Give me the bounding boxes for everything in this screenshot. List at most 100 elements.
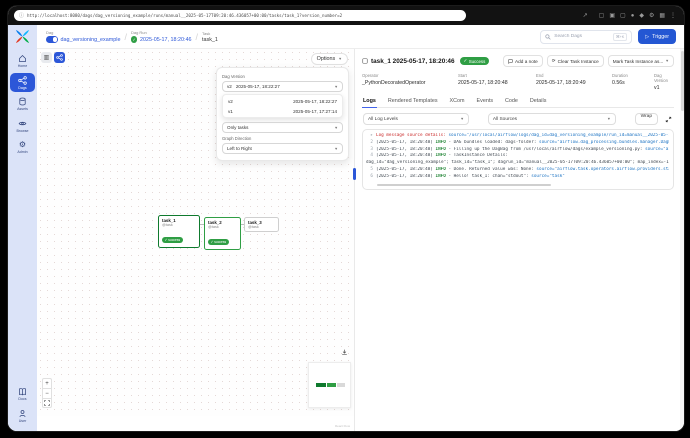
share-icon[interactable]: ↗ — [583, 12, 588, 19]
expand-icon — [665, 116, 672, 123]
options-button[interactable]: Options ▼ — [311, 53, 348, 65]
info-icon[interactable]: ⓘ — [19, 12, 24, 19]
sidebar-item-home[interactable]: Home — [10, 52, 35, 71]
scrollbar-thumb[interactable] — [681, 51, 684, 111]
sidebar-item-user[interactable]: User — [10, 406, 35, 425]
version-option-v1[interactable]: v1 2025-05-17, 17:27:14 — [223, 106, 342, 116]
node-task-3[interactable]: task_3 @task — [244, 217, 279, 232]
log-line-number: 2 — [366, 140, 376, 147]
log-line: 3 [2025-05-17, 18:20:48] INFO - Filling … — [366, 147, 669, 154]
tab-logs[interactable]: Logs — [362, 97, 377, 108]
task-meta-row: Operator _PythonDecoratedOperator Start … — [362, 73, 674, 91]
clear-task-instance-button[interactable]: ⟳ Clear Task Instance — [547, 55, 604, 67]
sidebar-item-browse[interactable]: Browse — [10, 116, 35, 135]
more-icon[interactable]: ⋮ — [670, 12, 676, 19]
grid-icon[interactable]: ▦ — [659, 12, 665, 19]
search-input[interactable] — [554, 34, 609, 39]
tab-events[interactable]: Events — [476, 97, 494, 107]
tab-rendered-templates[interactable]: Rendered Templates — [387, 97, 439, 107]
gear-icon: ⚙ — [19, 140, 26, 149]
tab-details[interactable]: Details — [529, 97, 547, 107]
log-sources-select[interactable]: All Sources ▼ — [488, 113, 616, 125]
window-icon[interactable]: ▢ — [599, 12, 605, 19]
airflow-logo[interactable] — [15, 29, 30, 44]
play-icon: ▷ — [645, 34, 649, 40]
meta-duration: Duration 0.56s — [612, 73, 654, 91]
home-icon — [18, 54, 27, 63]
search-icon — [545, 34, 551, 40]
meta-operator: Operator _PythonDecoratedOperator — [362, 73, 458, 91]
minimap-node — [316, 383, 326, 387]
panel-resize-handle[interactable] — [353, 168, 356, 180]
trigger-button[interactable]: ▷ Trigger — [638, 29, 676, 44]
browser-toolbar-icons: ↗ ▢ ▣ ▢ ● ◆ ⚙ ▦ ⋮ — [583, 12, 676, 19]
browser-window: ⓘ http://localhost:8080/dags/dag_version… — [8, 6, 684, 431]
node-task-2[interactable]: task_2 @task ✓success — [204, 217, 241, 250]
settings-icon[interactable]: ⚙ — [649, 12, 654, 19]
graph-view-toggle[interactable] — [54, 52, 65, 63]
panel-icon[interactable]: ▣ — [609, 12, 615, 19]
dag-name-link[interactable]: dag_versioning_example — [61, 37, 121, 43]
log-line: 6 [2025-05-17, 18:20:48] INFO - Hello! t… — [366, 174, 669, 181]
dag-version-listbox: v2 2025-05-17, 18:22:27 v1 2025-05-17, 1… — [222, 94, 343, 118]
dag-pause-toggle[interactable] — [46, 36, 58, 43]
chevron-down-icon: ▼ — [665, 59, 669, 63]
sidebar-item-assets[interactable]: Assets — [10, 95, 35, 114]
download-icon — [341, 349, 348, 356]
view-toggles: ▥ — [41, 52, 65, 63]
status-badge: ✓success — [162, 237, 183, 243]
sidebar-item-admin[interactable]: ⚙ Admin — [10, 138, 35, 157]
sidebar-item-dags[interactable]: Dags — [10, 73, 35, 92]
vertical-scrollbar[interactable] — [680, 49, 684, 431]
graph-direction-select[interactable]: Left to Right ▼ — [222, 143, 343, 154]
breadcrumb-separator: / — [124, 32, 127, 42]
tab-xcom[interactable]: XCom — [449, 97, 466, 107]
refresh-icon: ⟳ — [552, 58, 556, 64]
zoom-in-button[interactable]: + — [42, 378, 52, 388]
search-dags-box[interactable]: ⌘+K — [540, 30, 632, 44]
tab-icon[interactable]: ▢ — [620, 12, 626, 19]
log-line-number: 4 — [366, 153, 376, 160]
graph-footer — [37, 416, 354, 431]
version-option-v2[interactable]: v2 2025-05-17, 18:22:27 — [223, 96, 342, 106]
meta-start: Start 2025-05-17, 18:20:48 — [458, 73, 536, 91]
diamond-icon[interactable]: ◆ — [639, 12, 644, 19]
chevron-down-icon: ▼ — [334, 147, 338, 151]
task-instance-panel: task_1 2025-05-17, 18:20:46 ✓Success Add… — [355, 49, 684, 431]
log-expander-icon[interactable]: ▸ — [366, 133, 376, 140]
zoom-out-button[interactable]: − — [42, 388, 52, 398]
minimap[interactable] — [308, 362, 351, 408]
log-line-continuation: dag_id="dag_versioning_example"; task_id… — [366, 160, 669, 167]
dag-version-label: Dag Version — [222, 74, 343, 79]
wrap-button[interactable]: Wrap — [635, 113, 658, 125]
fit-view-button[interactable] — [42, 398, 52, 408]
expand-logs-button[interactable] — [662, 113, 674, 125]
dag-run-link[interactable]: 2025-05-17, 18:20:46 — [140, 37, 192, 43]
log-line: 4 [2025-05-17, 18:20:48] INFO - TaskInst… — [366, 153, 669, 160]
dependencies-select[interactable]: Only tasks ▼ — [222, 122, 343, 133]
tab-code[interactable]: Code — [504, 97, 519, 107]
sidebar-item-docs[interactable]: Docs — [10, 385, 35, 404]
download-graph-button[interactable] — [341, 343, 348, 361]
address-bar[interactable]: ⓘ http://localhost:8080/dags/dag_version… — [14, 10, 466, 21]
node-task-1[interactable]: task_1 @task ✓success — [158, 215, 200, 248]
record-icon[interactable]: ● — [631, 13, 635, 19]
dag-version-select[interactable]: v2 2025-05-17, 18:22:27 ▼ — [222, 81, 343, 92]
breadcrumb-dag: Dag dag_versioning_example — [46, 30, 120, 43]
react-flow-attribution[interactable]: React Flow — [335, 424, 350, 428]
chevron-down-icon: ▼ — [607, 117, 611, 121]
log-horizontal-scrollbar[interactable] — [377, 184, 551, 187]
browser-chrome: ⓘ http://localhost:8080/dags/dag_version… — [8, 6, 684, 25]
log-line: ▸ Log message source details: source="/u… — [366, 133, 669, 140]
chevron-down-icon: ▼ — [460, 117, 464, 121]
dag-graph-icon — [18, 76, 27, 85]
grid-view-toggle[interactable]: ▥ — [41, 52, 52, 63]
log-levels-select[interactable]: All Log Levels ▼ — [363, 113, 469, 125]
add-note-button[interactable]: Add a note — [503, 55, 543, 67]
log-viewer[interactable]: ▸ Log message source details: source="/u… — [362, 129, 674, 190]
note-icon — [508, 59, 513, 64]
minimap-node — [337, 383, 345, 387]
grid-view-icon: ▥ — [44, 54, 50, 61]
status-badge: ✓success — [208, 239, 229, 245]
mark-task-instance-as-button[interactable]: Mark Task Instance as... ▼ — [608, 55, 674, 67]
